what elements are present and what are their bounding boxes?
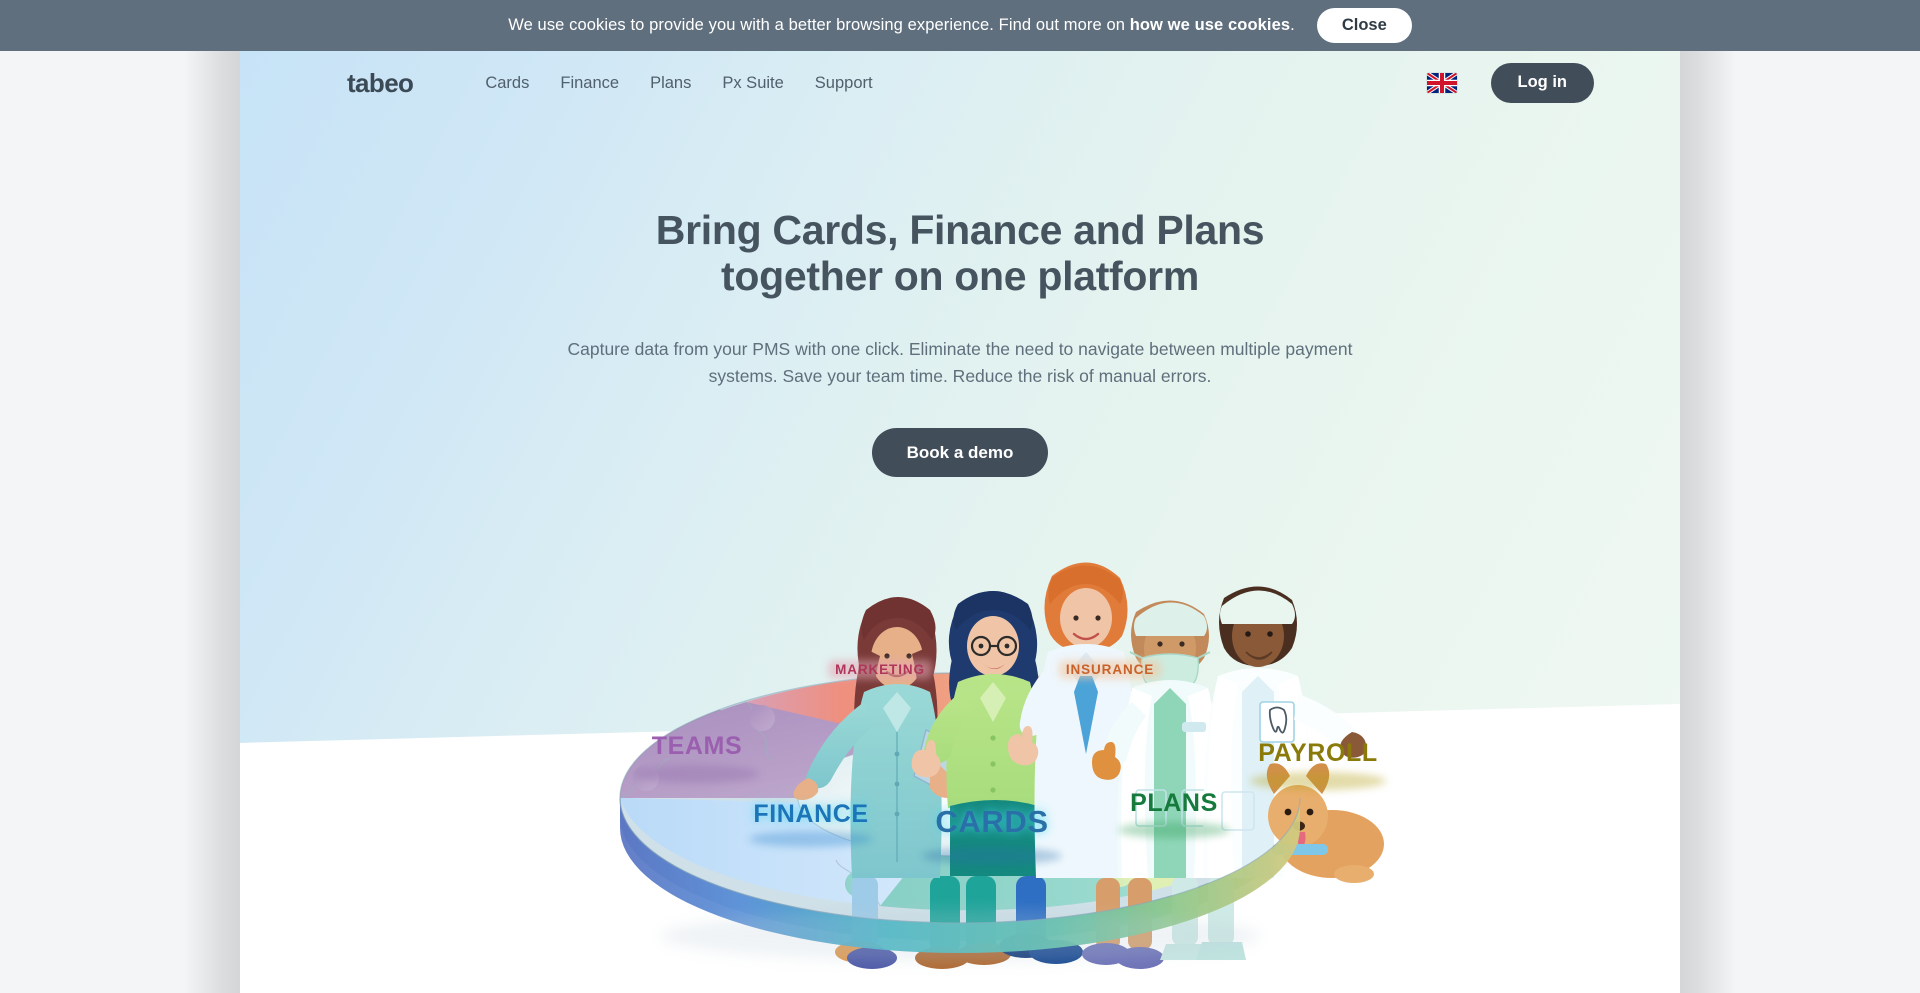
nav-item-cards[interactable]: Cards [485,74,529,93]
page-root: We use cookies to provide you with a bet… [0,0,1920,993]
nav-item-support[interactable]: Support [815,74,873,93]
tag-label-insurance: INSURANCE [1058,660,1162,679]
puzzle-ring-team-illustration: TEAMS FINANCE CARDS PLANS PAYROLL MARKET… [460,506,1460,993]
hero-title-line-1: Bring Cards, Finance and Plans [655,207,1265,253]
svg-text:CARDS: CARDS [935,804,1048,839]
ring-label-payroll: PAYROLL [1250,739,1386,790]
book-a-demo-button[interactable]: Book a demo [871,428,1049,478]
svg-text:INSURANCE: INSURANCE [1066,662,1154,677]
ring-label-cards: CARDS [922,804,1062,865]
ring-label-plans: PLANS [1118,789,1230,838]
cookie-banner-text-after: . [1290,16,1295,34]
nav-item-finance[interactable]: Finance [560,74,619,93]
site-header: tabeo Cards Finance Plans Px Suite Suppo… [240,51,1680,115]
login-button[interactable]: Log in [1490,63,1594,103]
tag-label-marketing: MARKETING [828,660,932,679]
cookie-close-button[interactable]: Close [1316,7,1412,44]
svg-text:PAYROLL: PAYROLL [1258,739,1378,767]
hero-section: Bring Cards, Finance and Plans together … [240,115,1680,478]
hero-title-line-2: together on one platform [721,252,1199,299]
how-we-use-cookies-link[interactable]: how we use cookies [1130,16,1290,34]
hero-subtitle-line-1: Capture data from your PMS with one clic… [567,338,1281,359]
uk-flag-icon[interactable] [1426,73,1457,93]
ring-label-finance: FINANCE [749,800,873,847]
svg-text:TEAMS: TEAMS [652,732,743,760]
nav-item-px-suite[interactable]: Px Suite [722,74,783,93]
cookie-consent-banner: We use cookies to provide you with a bet… [0,0,1920,51]
svg-text:FINANCE: FINANCE [753,800,868,828]
main-navigation: Cards Finance Plans Px Suite Support [485,74,872,93]
cookie-banner-text: We use cookies to provide you with a bet… [508,16,1295,35]
header-actions: Log in [1426,63,1594,103]
svg-text:MARKETING: MARKETING [835,662,925,677]
nav-item-plans[interactable]: Plans [650,74,691,93]
svg-text:PLANS: PLANS [1130,789,1218,817]
cookie-banner-text-before: We use cookies to provide you with a bet… [508,16,1130,34]
frame-shadow-left [184,51,240,993]
frame-shadow-right [1680,51,1736,993]
ring-label-teams: TEAMS [635,732,759,783]
tabeo-logo[interactable]: tabeo [347,70,414,96]
hero-title: Bring Cards, Finance and Plans together … [610,207,1310,300]
site-viewport: tabeo Cards Finance Plans Px Suite Suppo… [240,51,1680,993]
hero-subtitle: Capture data from your PMS with one clic… [560,336,1360,390]
